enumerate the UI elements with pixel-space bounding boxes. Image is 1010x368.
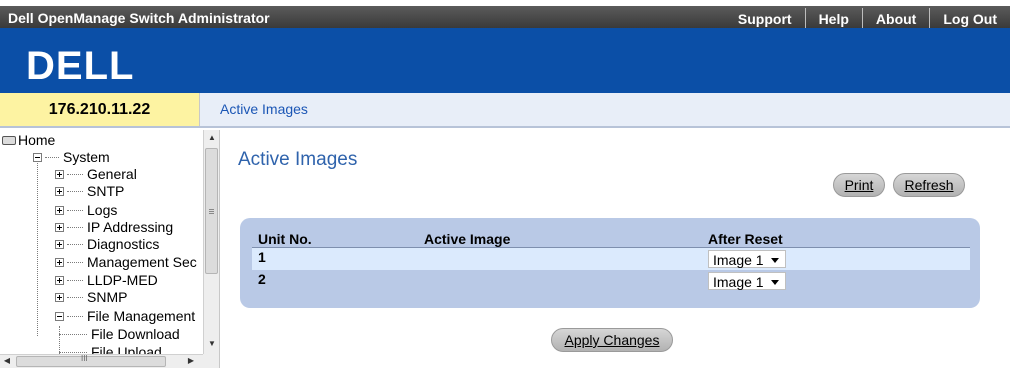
grip-mark: III bbox=[81, 354, 88, 363]
tree-connector bbox=[67, 262, 83, 263]
expand-icon[interactable] bbox=[55, 258, 64, 267]
tree-connector bbox=[67, 227, 83, 228]
tree-item-file-download[interactable]: File Download bbox=[59, 326, 180, 343]
tree-item-ip-addressing[interactable]: IP Addressing bbox=[55, 219, 173, 236]
expand-icon[interactable] bbox=[55, 187, 64, 196]
unit-number: 2 bbox=[258, 271, 266, 287]
scrollbar-corner bbox=[203, 354, 219, 368]
location-bar: 176.210.11.22 Active Images bbox=[0, 93, 1010, 128]
tree-item-label: SNTP bbox=[87, 183, 125, 199]
tree-item-file-upload[interactable]: File Upload bbox=[59, 344, 162, 354]
selected-value: Image 1 bbox=[713, 274, 764, 290]
tree-connector bbox=[67, 191, 83, 192]
expand-icon[interactable] bbox=[55, 240, 64, 249]
logo-band: DELL bbox=[0, 28, 1010, 93]
tree-item-sntp[interactable]: SNTP bbox=[55, 183, 124, 200]
scroll-left-arrow-icon[interactable]: ◀ bbox=[0, 355, 14, 367]
tree-item-lldp-med[interactable]: LLDP-MED bbox=[55, 272, 158, 289]
tree-item-diagnostics[interactable]: Diagnostics bbox=[55, 236, 159, 253]
tree-connector bbox=[67, 244, 83, 245]
tree-item-label: File Download bbox=[91, 326, 180, 342]
tree-connector bbox=[67, 280, 83, 281]
top-links: Support Help About Log Out bbox=[725, 8, 1010, 28]
selected-value: Image 1 bbox=[713, 252, 764, 268]
column-header-active-image: Active Image bbox=[424, 231, 511, 247]
expand-icon[interactable] bbox=[55, 293, 64, 302]
collapse-icon[interactable] bbox=[33, 153, 42, 162]
navigation-panel: Home System General SNTP Logs IP Address… bbox=[0, 130, 220, 368]
tree-item-label: LLDP-MED bbox=[87, 272, 158, 288]
tree-connector bbox=[45, 157, 59, 158]
after-reset-select[interactable]: Image 1 bbox=[708, 250, 786, 268]
expand-icon[interactable] bbox=[55, 276, 64, 285]
tree-item-label: File Upload bbox=[91, 344, 162, 354]
navigation-tree: Home System General SNTP Logs IP Address… bbox=[0, 130, 202, 354]
table-row: 1 Image 1 bbox=[252, 248, 970, 270]
tree-item-system[interactable]: System bbox=[33, 149, 110, 166]
table-header: Unit No. Active Image After Reset bbox=[252, 230, 970, 248]
home-icon bbox=[2, 136, 16, 145]
tree-connector bbox=[67, 316, 83, 317]
page-title: Active Images bbox=[238, 149, 358, 170]
print-button[interactable]: Print bbox=[833, 173, 885, 197]
refresh-button[interactable]: Refresh bbox=[893, 173, 965, 197]
tree-item-management-security[interactable]: Management Sec bbox=[55, 254, 197, 271]
chevron-down-icon bbox=[771, 280, 779, 285]
tree-connector bbox=[59, 334, 87, 335]
grip-line bbox=[209, 209, 214, 210]
tree-item-label: Logs bbox=[87, 202, 118, 218]
column-header-unit: Unit No. bbox=[258, 231, 312, 247]
app-title: Dell OpenManage Switch Administrator bbox=[8, 10, 270, 26]
column-header-after-reset: After Reset bbox=[708, 231, 783, 247]
tree-item-label: IP Addressing bbox=[87, 219, 174, 235]
active-images-panel: Unit No. Active Image After Reset 1 Imag… bbox=[240, 218, 980, 308]
device-ip: 176.210.11.22 bbox=[0, 93, 200, 126]
tree-line bbox=[37, 160, 38, 336]
expand-icon[interactable] bbox=[55, 223, 64, 232]
scroll-down-arrow-icon[interactable]: ▼ bbox=[204, 336, 219, 352]
expand-icon[interactable] bbox=[55, 170, 64, 179]
tree-item-home[interactable]: Home bbox=[2, 132, 55, 149]
collapse-icon[interactable] bbox=[55, 312, 64, 321]
chevron-down-icon bbox=[771, 258, 779, 263]
tree-connector bbox=[67, 210, 83, 211]
title-bar: Dell OpenManage Switch Administrator Sup… bbox=[0, 0, 1010, 28]
support-link[interactable]: Support bbox=[725, 8, 805, 28]
tree-item-label: Home bbox=[18, 132, 56, 148]
after-reset-select[interactable]: Image 1 bbox=[708, 272, 786, 290]
tree-item-logs[interactable]: Logs bbox=[55, 202, 117, 219]
tree-item-label: Diagnostics bbox=[87, 236, 160, 252]
help-link[interactable]: Help bbox=[804, 8, 862, 28]
table-row: 2 Image 1 bbox=[252, 270, 970, 292]
main-content: Active Images Print Refresh Unit No. Act… bbox=[220, 130, 1010, 368]
tree-item-snmp[interactable]: SNMP bbox=[55, 289, 127, 306]
active-images-table: Unit No. Active Image After Reset 1 Imag… bbox=[252, 230, 970, 292]
tree-item-file-management[interactable]: File Management bbox=[55, 308, 195, 325]
grip-line bbox=[209, 213, 214, 214]
tree-item-label: System bbox=[63, 149, 110, 165]
tree-item-label: File Management bbox=[87, 308, 196, 324]
dell-logo: DELL bbox=[26, 44, 135, 88]
grip-line bbox=[209, 211, 214, 212]
logout-link[interactable]: Log Out bbox=[929, 8, 1010, 28]
vertical-scrollbar[interactable]: ▲ ▼ bbox=[203, 130, 219, 354]
tree-item-label: Management Sec bbox=[87, 254, 197, 270]
scroll-up-arrow-icon[interactable]: ▲ bbox=[204, 130, 219, 146]
tree-item-label: General bbox=[87, 166, 137, 182]
scroll-thumb[interactable] bbox=[205, 148, 218, 274]
scroll-thumb[interactable]: III bbox=[16, 354, 166, 367]
tree-connector bbox=[67, 174, 83, 175]
tree-connector bbox=[59, 352, 87, 353]
apply-changes-button[interactable]: Apply Changes bbox=[551, 328, 673, 352]
unit-number: 1 bbox=[258, 249, 266, 265]
tree-item-general[interactable]: General bbox=[55, 166, 137, 183]
scroll-right-arrow-icon[interactable]: ▶ bbox=[184, 355, 198, 367]
about-link[interactable]: About bbox=[861, 8, 929, 28]
tree-connector bbox=[67, 297, 83, 298]
breadcrumb: Active Images bbox=[220, 101, 308, 117]
expand-icon[interactable] bbox=[55, 206, 64, 215]
tree-item-label: SNMP bbox=[87, 289, 128, 305]
horizontal-scrollbar[interactable]: ◀ III ▶ bbox=[0, 354, 203, 368]
